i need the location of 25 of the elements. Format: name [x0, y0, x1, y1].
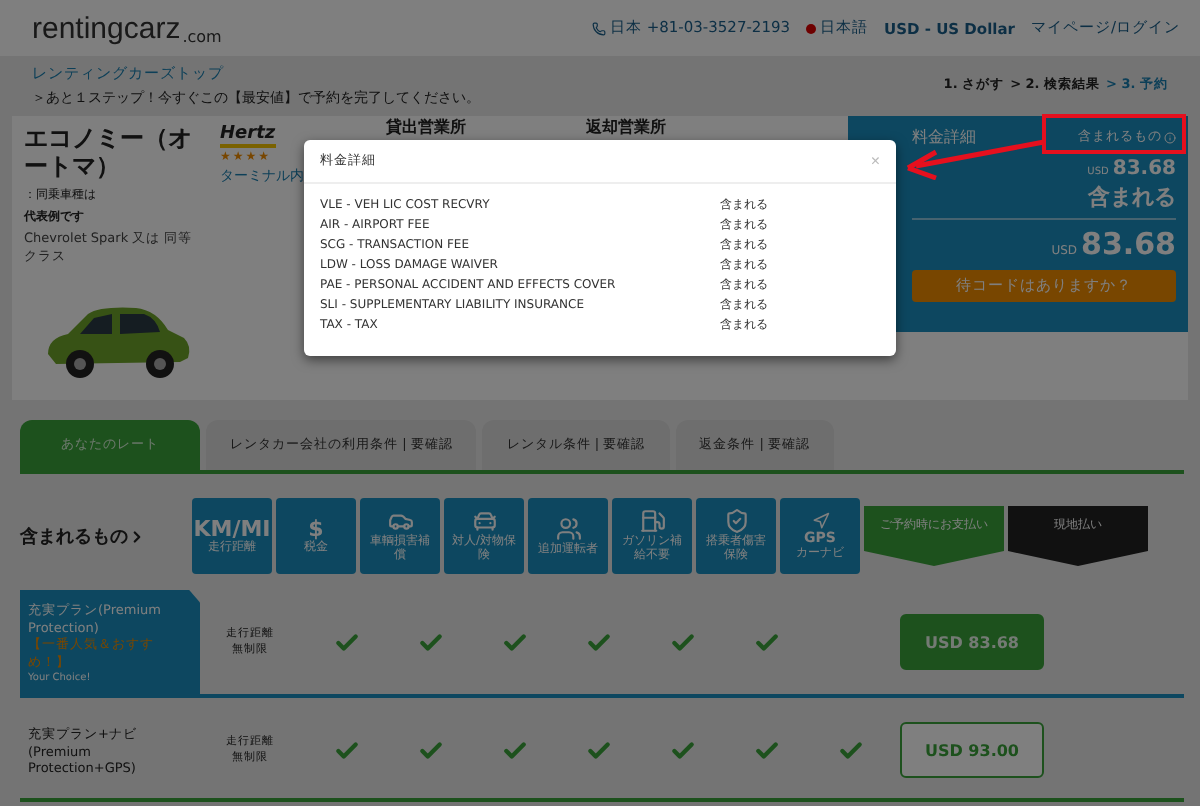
price-button[interactable]: USD 83.68 [900, 614, 1044, 670]
pickup-heading: 貸出営業所 [386, 116, 466, 138]
people-icon [555, 515, 581, 542]
return-heading: 返却営業所 [586, 116, 666, 138]
feature-symbol: KM/MI [193, 517, 271, 540]
car-front-icon [471, 508, 497, 535]
price-button[interactable]: USD 93.00 [900, 722, 1044, 778]
price-heading: 料金詳細 [912, 126, 976, 148]
included-heading: 含まれるもの [20, 523, 188, 549]
car-class-title: エコノミー（オートマ） [24, 124, 194, 182]
total-amount: 83.68 [1081, 226, 1176, 262]
included-value: 含まれる [1088, 182, 1176, 212]
shield-icon [723, 508, 749, 535]
chevron-icon [128, 527, 146, 545]
feature-symbol: $ [308, 517, 324, 540]
fuel-pump-icon [639, 508, 665, 535]
price-amount: 83.68 [1112, 158, 1176, 180]
supplier-name: Hertz [220, 124, 276, 148]
logo-text[interactable]: rentingcarz [32, 11, 181, 45]
phone-icon [591, 21, 606, 35]
logo-suffix: .com [182, 27, 222, 45]
highlight-frame [1042, 114, 1186, 154]
info-icon [1164, 131, 1176, 143]
close-button[interactable]: × [870, 152, 880, 170]
navigation-icon [811, 511, 829, 530]
